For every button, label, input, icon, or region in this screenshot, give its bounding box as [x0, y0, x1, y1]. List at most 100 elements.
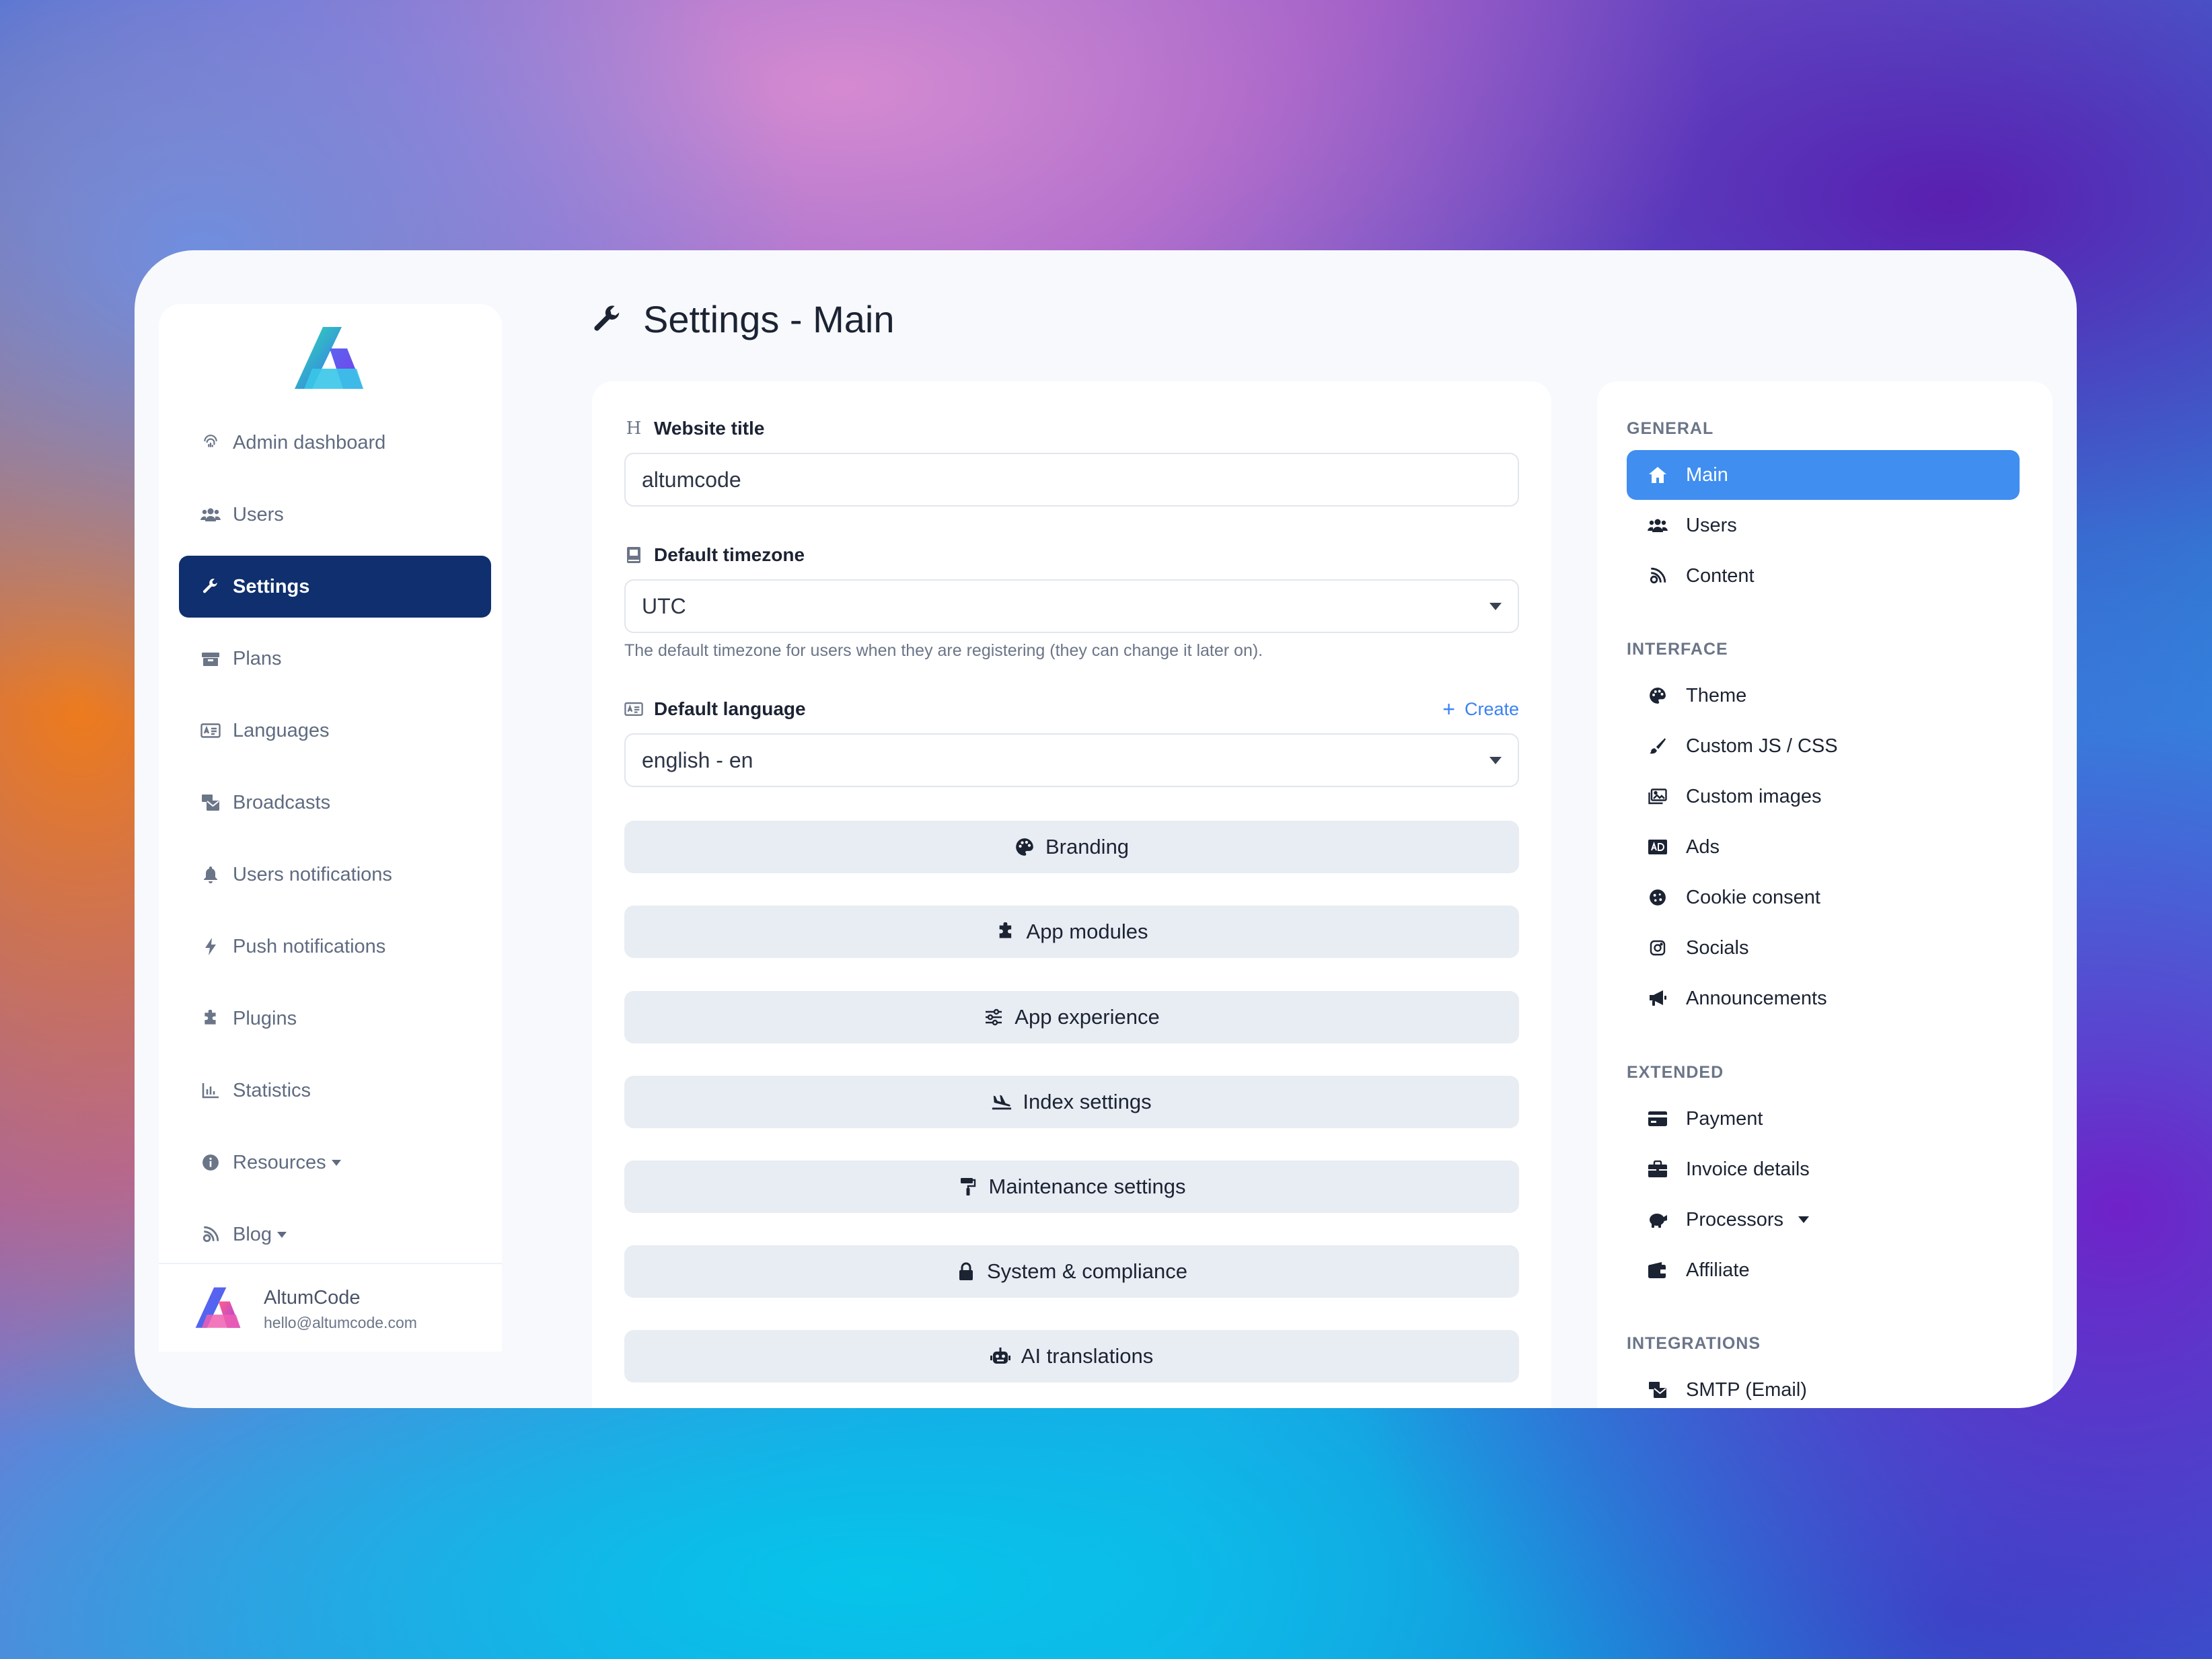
index-settings-button[interactable]: Index settings — [624, 1076, 1519, 1128]
sidebar-item-plans[interactable]: Plans — [179, 628, 491, 690]
wrench-icon — [594, 305, 620, 331]
index-settings-label: Index settings — [1023, 1090, 1152, 1113]
sidebar-item-label: Plugins — [233, 1007, 297, 1029]
settings-nav-label: Main — [1686, 464, 1728, 486]
plus-icon: + — [1442, 697, 1455, 721]
sidebar-item-label: Users — [233, 503, 284, 525]
app-experience-label: App experience — [1015, 1005, 1160, 1029]
settings-nav-main[interactable]: Main — [1627, 450, 2020, 500]
box-icon — [199, 647, 222, 670]
app-modules-label: App modules — [1026, 920, 1148, 943]
settings-nav-label: Users — [1686, 514, 1737, 536]
home-icon — [1647, 464, 1668, 486]
settings-nav-label: Ads — [1686, 836, 1720, 858]
sidebar-item-resources[interactable]: Resources — [179, 1132, 491, 1193]
app-modules-button[interactable]: App modules — [624, 906, 1519, 958]
sidebar-nav: Admin dashboard Users Settings Plans Lan… — [179, 412, 491, 1276]
mail-bulk-icon — [199, 791, 222, 814]
ai-translations-label: AI translations — [1021, 1344, 1154, 1368]
sidebar-item-label: Plans — [233, 647, 282, 669]
settings-nav-processors[interactable]: Processors — [1627, 1195, 2020, 1245]
sidebar-item-label: Settings — [233, 575, 310, 597]
plane-landing-icon — [992, 1092, 1012, 1112]
user-name: AltumCode — [264, 1287, 361, 1308]
settings-nav-users[interactable]: Users — [1627, 501, 2020, 550]
default-timezone-help: The default timezone for users when they… — [624, 641, 1263, 660]
maintenance-settings-label: Maintenance settings — [988, 1175, 1186, 1198]
settings-nav-ads[interactable]: Ads — [1627, 822, 2020, 872]
bullhorn-icon — [1647, 988, 1668, 1009]
briefcase-icon — [1647, 1158, 1668, 1180]
website-title-input[interactable]: altumcode — [624, 453, 1519, 507]
default-timezone-value: UTC — [642, 593, 686, 618]
chevron-down-icon — [331, 1159, 341, 1166]
paint-roller-icon — [958, 1177, 978, 1197]
sidebar-item-blog[interactable]: Blog — [179, 1204, 491, 1265]
sidebar-item-label: Languages — [233, 719, 330, 741]
palette-icon — [1647, 685, 1668, 706]
branding-label: Branding — [1045, 835, 1130, 858]
blog-icon — [199, 1223, 222, 1246]
user-profile[interactable]: AltumCode hello@altumcode.com — [159, 1263, 502, 1352]
sidebar-item-settings[interactable]: Settings — [179, 556, 491, 618]
sliders-icon — [984, 1007, 1004, 1027]
settings-nav-affiliate[interactable]: Affiliate — [1627, 1245, 2020, 1295]
credit-card-icon — [1647, 1108, 1668, 1130]
app-experience-button[interactable]: App experience — [624, 991, 1519, 1043]
sidebar-item-label: Blog — [233, 1223, 272, 1245]
create-language-link[interactable]: + Create — [1442, 698, 1519, 720]
palette-icon — [1015, 837, 1035, 857]
sidebar-item-languages[interactable]: Languages — [179, 700, 491, 762]
settings-nav: GENERAL Main Users Content INTERFACE The… — [1597, 381, 2053, 1408]
blog-icon — [1647, 565, 1668, 587]
ad-icon — [1647, 836, 1668, 858]
sidebar-item-push-notifications[interactable]: Push notifications — [179, 916, 491, 978]
settings-nav-label: Cookie consent — [1686, 886, 1820, 908]
puzzle-icon — [996, 922, 1016, 942]
default-language-label: Default language — [654, 698, 806, 719]
chevron-down-icon — [1489, 602, 1502, 610]
heading-icon: H — [626, 418, 642, 439]
section-heading-general: GENERAL — [1627, 419, 1714, 438]
settings-nav-content[interactable]: Content — [1627, 551, 2020, 601]
settings-nav-announcements[interactable]: Announcements — [1627, 973, 2020, 1023]
settings-nav-payment[interactable]: Payment — [1627, 1094, 2020, 1144]
sidebar-item-admin-dashboard[interactable]: Admin dashboard — [179, 412, 491, 474]
settings-nav-custom-images[interactable]: Custom images — [1627, 772, 2020, 821]
fingerprint-icon — [199, 431, 222, 454]
settings-nav-cookie-consent[interactable]: Cookie consent — [1627, 873, 2020, 922]
website-title-label: Website title — [654, 418, 765, 439]
default-language-field: Default language + Create english - en — [624, 696, 1519, 787]
bell-icon — [199, 863, 222, 886]
settings-nav-theme[interactable]: Theme — [1627, 671, 2020, 721]
settings-nav-label: Content — [1686, 564, 1755, 587]
settings-nav-smtp[interactable]: SMTP (Email) — [1627, 1365, 2020, 1408]
sidebar: Admin dashboard Users Settings Plans Lan… — [159, 304, 502, 1352]
app-logo[interactable] — [292, 324, 366, 394]
settings-nav-socials[interactable]: Socials — [1627, 923, 2020, 973]
chart-icon — [199, 1079, 222, 1102]
system-compliance-label: System & compliance — [986, 1259, 1188, 1283]
settings-nav-label: Invoice details — [1686, 1158, 1810, 1180]
settings-nav-custom-js-css[interactable]: Custom JS / CSS — [1627, 721, 2020, 771]
sidebar-item-statistics[interactable]: Statistics — [179, 1060, 491, 1121]
sidebar-item-plugins[interactable]: Plugins — [179, 988, 491, 1049]
branding-button[interactable]: Branding — [624, 821, 1519, 873]
settings-nav-label: Payment — [1686, 1107, 1763, 1130]
piggy-bank-icon — [1647, 1209, 1668, 1230]
settings-nav-label: Processors — [1686, 1208, 1784, 1230]
create-language-label: Create — [1464, 698, 1519, 719]
sidebar-item-broadcasts[interactable]: Broadcasts — [179, 772, 491, 834]
default-language-select[interactable]: english - en — [624, 733, 1519, 787]
sidebar-item-label: Admin dashboard — [233, 431, 386, 453]
default-timezone-select[interactable]: UTC — [624, 579, 1519, 633]
ai-translations-button[interactable]: AI translations — [624, 1330, 1519, 1382]
cookie-icon — [1647, 887, 1668, 908]
maintenance-settings-button[interactable]: Maintenance settings — [624, 1160, 1519, 1213]
app-window: Admin dashboard Users Settings Plans Lan… — [135, 250, 2077, 1408]
sidebar-item-users-notifications[interactable]: Users notifications — [179, 844, 491, 906]
system-compliance-button[interactable]: System & compliance — [624, 1245, 1519, 1298]
default-timezone-field: Default timezone UTC The default timezon… — [624, 542, 1519, 661]
settings-nav-invoice-details[interactable]: Invoice details — [1627, 1144, 2020, 1194]
sidebar-item-users[interactable]: Users — [179, 484, 491, 546]
